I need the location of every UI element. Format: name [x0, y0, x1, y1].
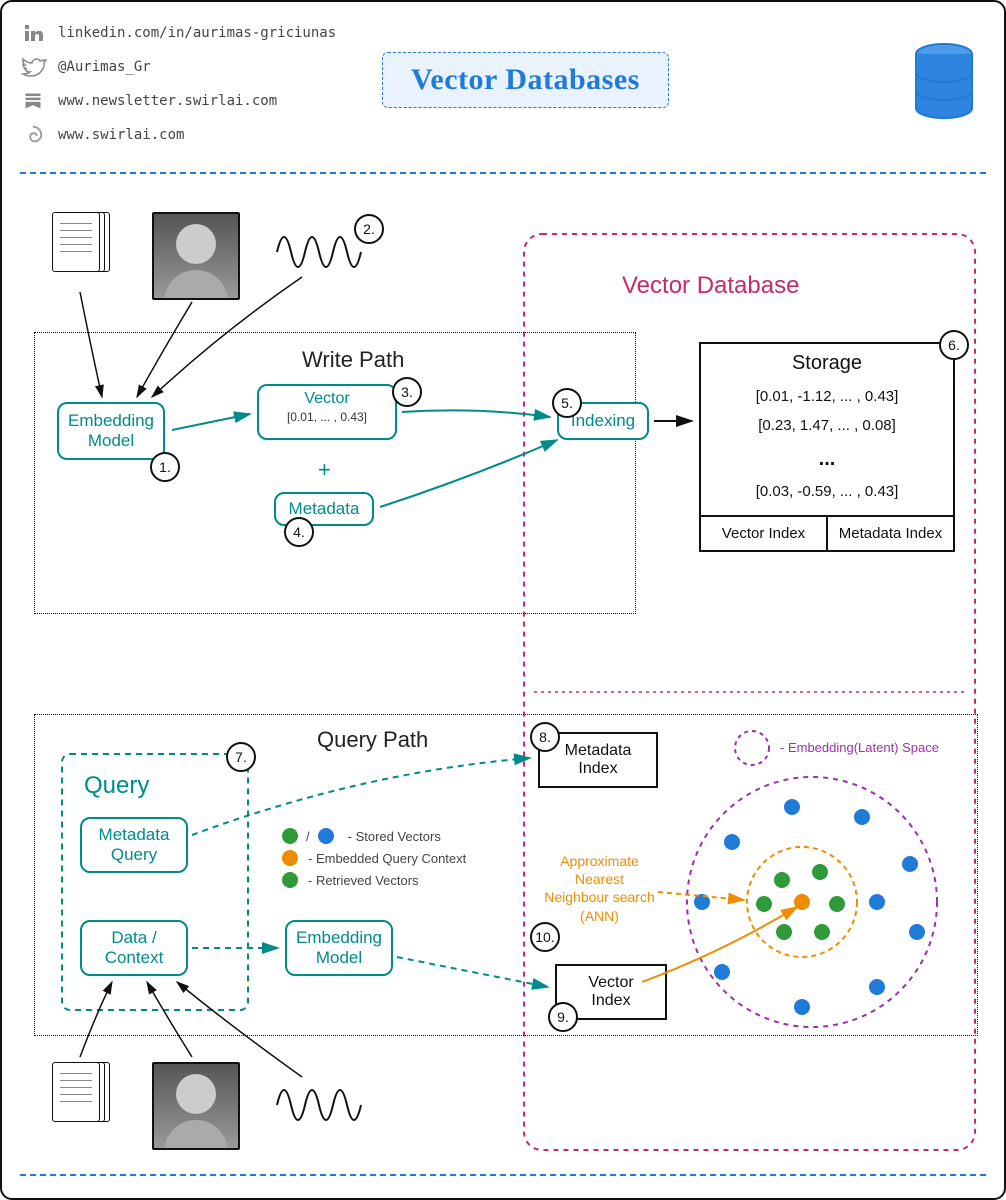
step-6-badge: 6. — [939, 330, 969, 360]
step-4-badge: 4. — [284, 517, 314, 547]
step-9-badge: 9. — [548, 1002, 578, 1032]
storage-title: Storage — [701, 344, 953, 379]
legend-dot-green — [282, 828, 298, 844]
latent-space-label: - Embedding(Latent) Space — [780, 740, 939, 755]
storage-vector-index: Vector Index — [701, 517, 828, 550]
input-documents-icon-bottom — [52, 1062, 110, 1132]
legend-embedded: - Embedded Query Context — [308, 851, 466, 866]
latent-space-legend-circle — [732, 728, 772, 768]
twitter-link[interactable]: @Aurimas_Gr — [20, 54, 336, 80]
input-image-icon-bottom — [152, 1062, 240, 1150]
metadata-query-box: Metadata Query — [80, 817, 188, 873]
input-image-icon — [152, 212, 240, 300]
twitter-text: @Aurimas_Gr — [58, 59, 151, 75]
swirl-icon — [20, 122, 46, 148]
linkedin-link[interactable]: linkedin.com/in/aurimas-griciunas — [20, 20, 336, 46]
divider-top — [20, 172, 986, 174]
input-audio-icon-bottom — [272, 1080, 352, 1120]
step-5-badge: 5. — [552, 388, 582, 418]
storage-metadata-index: Metadata Index — [828, 517, 953, 550]
ann-label: Approximate Nearest Neighbour search (AN… — [542, 852, 657, 925]
diagram-canvas: linkedin.com/in/aurimas-griciunas @Aurim… — [0, 0, 1006, 1200]
vector-database-label: Vector Database — [622, 272, 799, 300]
embedding-model-query-box: Embedding Model — [285, 920, 393, 976]
newsletter-text: www.newsletter.swirlai.com — [58, 93, 277, 109]
write-path-label: Write Path — [302, 347, 404, 373]
plus-symbol: + — [318, 457, 331, 483]
site-text: www.swirlai.com — [58, 127, 184, 143]
storage-block: Storage [0.01, -1.12, ... , 0.43] [0.23,… — [699, 342, 955, 552]
divider-bottom — [20, 1174, 986, 1176]
linkedin-text: linkedin.com/in/aurimas-griciunas — [58, 25, 336, 41]
embedding-model-box: Embedding Model — [57, 402, 165, 460]
embedding-space — [662, 772, 962, 1032]
legend-dot-orange — [282, 850, 298, 866]
legend-dot-green2 — [282, 872, 298, 888]
step-10-badge: 10. — [530, 922, 560, 952]
newsletter-link[interactable]: www.newsletter.swirlai.com — [20, 88, 336, 114]
step-8-badge: 8. — [530, 722, 560, 752]
site-link[interactable]: www.swirlai.com — [20, 122, 336, 148]
legend-stored: - Stored Vectors — [348, 829, 441, 844]
twitter-icon — [20, 54, 46, 80]
input-documents-icon — [52, 212, 110, 282]
step-2-badge: 2. — [354, 214, 384, 244]
step-1-badge: 1. — [150, 452, 180, 482]
legend: / - Stored Vectors - Embedded Query Cont… — [282, 822, 512, 894]
vector-example: [0.01, ... , 0.43] — [259, 410, 395, 424]
substack-icon — [20, 88, 46, 114]
write-path-box — [34, 332, 636, 614]
legend-dot-blue — [318, 828, 334, 844]
step-7-badge: 7. — [226, 742, 256, 772]
query-header: Query — [84, 772, 149, 800]
input-audio-icon — [272, 227, 352, 267]
query-path-label: Query Path — [317, 727, 428, 753]
storage-rows: [0.01, -1.12, ... , 0.43] [0.23, 1.47, .… — [701, 379, 953, 515]
page-title-text: Vector Databases — [411, 63, 640, 96]
database-icon — [914, 42, 974, 122]
step-3-badge: 3. — [392, 377, 422, 407]
vector-label: Vector — [259, 390, 395, 408]
legend-retrieved: - Retrieved Vectors — [308, 873, 419, 888]
social-links: linkedin.com/in/aurimas-griciunas @Aurim… — [20, 20, 336, 148]
linkedin-icon — [20, 20, 46, 46]
vector-box: Vector [0.01, ... , 0.43] — [257, 384, 397, 440]
data-context-box: Data / Context — [80, 920, 188, 976]
page-title: Vector Databases — [382, 52, 669, 108]
